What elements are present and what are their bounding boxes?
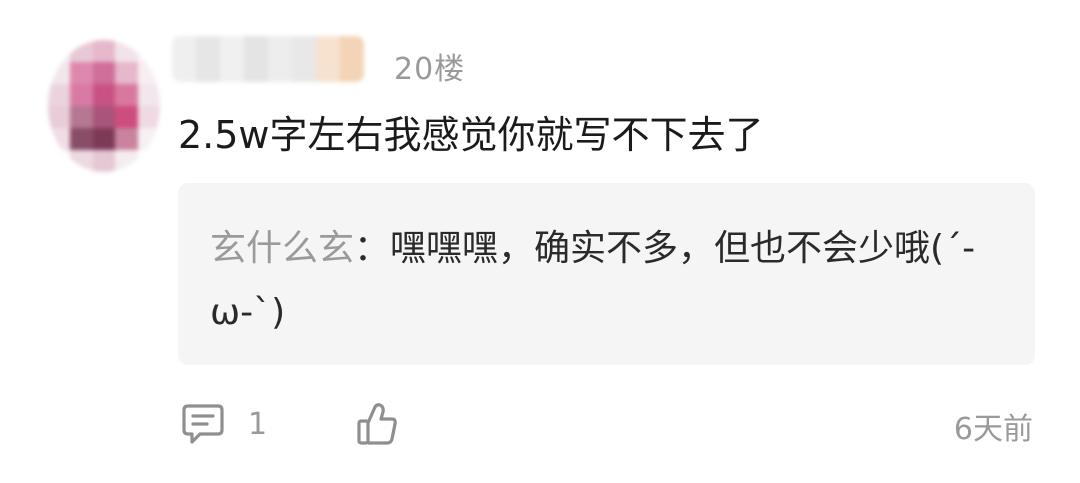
reply-separator: ： bbox=[354, 228, 391, 269]
reply-box[interactable]: 玄什么玄：嘿嘿嘿，确实不多，但也不会少哦(´-ω-`) bbox=[178, 183, 1035, 365]
user-avatar[interactable] bbox=[48, 40, 160, 172]
reply-count: 1 bbox=[248, 406, 268, 442]
floor-number: 20楼 bbox=[394, 52, 466, 87]
thumbs-up-icon[interactable] bbox=[355, 401, 399, 447]
reply-action[interactable]: 1 bbox=[180, 401, 267, 447]
comment-bubble-icon[interactable] bbox=[180, 402, 226, 446]
like-action[interactable] bbox=[355, 401, 399, 447]
comment-text: 2.5w字左右我感觉你就写不下去了 bbox=[178, 113, 764, 157]
timestamp: 6天前 bbox=[953, 412, 1033, 447]
reply-author[interactable]: 玄什么玄 bbox=[210, 228, 354, 269]
username[interactable] bbox=[172, 36, 364, 82]
